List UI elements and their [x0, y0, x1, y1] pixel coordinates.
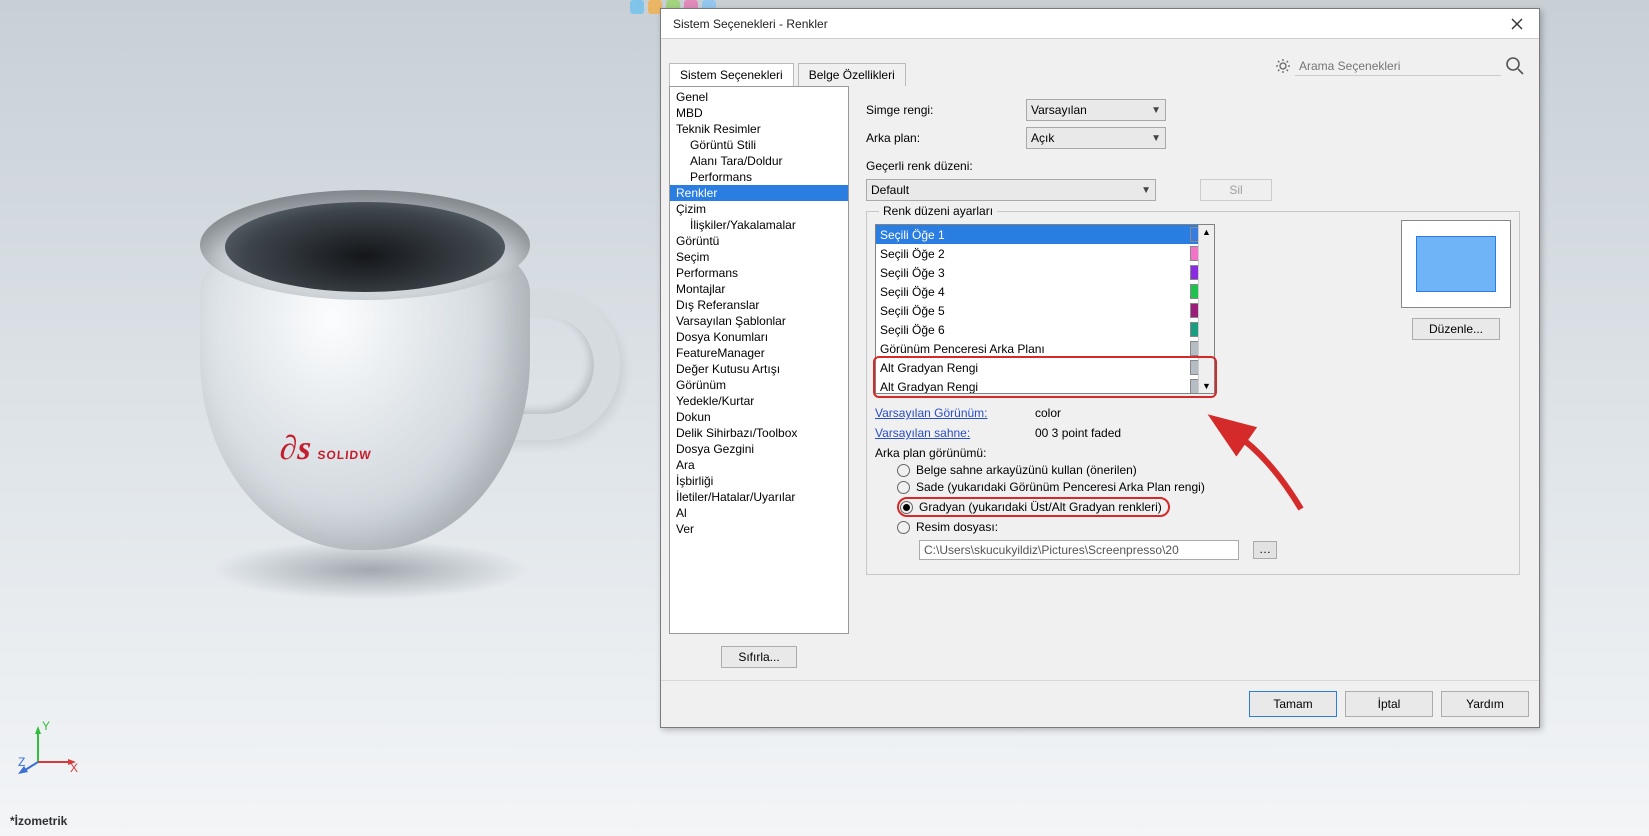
tree-item[interactable]: Dosya Gezgini — [670, 441, 848, 457]
tree-item[interactable]: Görüntü Stili — [670, 137, 848, 153]
color-list-item[interactable]: Seçili Öğe 2 — [876, 244, 1214, 263]
tree-item[interactable]: Al — [670, 505, 848, 521]
dialog-footer: Tamam İptal Yardım — [661, 680, 1539, 727]
radio-use-document-scene[interactable]: Belge sahne arkayüzünü kullan (önerilen) — [897, 463, 1391, 477]
tree-item[interactable]: Renkler — [670, 185, 848, 201]
color-settings-list[interactable]: Seçili Öğe 1Seçili Öğe 2Seçili Öğe 3Seçi… — [875, 224, 1215, 394]
default-scene-value: 00 3 point faded — [1035, 426, 1121, 440]
axis-triad: Y X Z — [18, 716, 78, 776]
list-scrollbar[interactable]: ▲ ▼ — [1198, 225, 1214, 393]
image-file-path[interactable]: C:\Users\skucukyildiz\Pictures\Screenpre… — [919, 540, 1239, 560]
color-list-item[interactable]: Seçili Öğe 4 — [876, 282, 1214, 301]
dialog-title: Sistem Seçenekleri - Renkler — [669, 17, 1503, 31]
radio-plain[interactable]: Sade (yukarıdaki Görünüm Penceresi Arka … — [897, 480, 1391, 494]
tree-item[interactable]: Seçim — [670, 249, 848, 265]
tab-document-properties[interactable]: Belge Özellikleri — [798, 63, 906, 86]
tree-item[interactable]: İletiler/Hatalar/Uyarılar — [670, 489, 848, 505]
tree-item[interactable]: Genel — [670, 89, 848, 105]
icon-color-label: Simge rengi: — [866, 103, 1016, 117]
radio-gradient[interactable]: Gradyan (yukarıdaki Üst/Alt Gradyan renk… — [897, 497, 1391, 517]
view-orientation-label: *İzometrik — [10, 814, 67, 828]
tree-item[interactable]: MBD — [670, 105, 848, 121]
ok-button[interactable]: Tamam — [1249, 691, 1337, 717]
tree-item[interactable]: Dış Referanslar — [670, 297, 848, 313]
scroll-up-icon[interactable]: ▲ — [1199, 225, 1214, 239]
tree-item[interactable]: Performans — [670, 169, 848, 185]
color-list-item[interactable]: Alt Gradyan Rengi — [876, 377, 1214, 394]
reset-button[interactable]: Sıfırla... — [721, 646, 796, 668]
colors-settings-pane: Simge rengi: Varsayılan▼ Arka plan: Açık… — [859, 86, 1531, 680]
help-button[interactable]: Yardım — [1441, 691, 1529, 717]
tree-item[interactable]: Dosya Konumları — [670, 329, 848, 345]
chevron-down-icon: ▼ — [1141, 185, 1151, 196]
scroll-down-icon[interactable]: ▼ — [1199, 379, 1214, 393]
color-list-item[interactable]: Görünüm Penceresi Arka Planı — [876, 339, 1214, 358]
browse-button[interactable]: … — [1253, 541, 1277, 559]
color-list-item[interactable]: Alt Gradyan Rengi — [876, 358, 1214, 377]
cancel-button[interactable]: İptal — [1345, 691, 1433, 717]
dialog-titlebar[interactable]: Sistem Seçenekleri - Renkler — [661, 9, 1539, 39]
scheme-combo[interactable]: Default▼ — [866, 179, 1156, 201]
scheme-label: Geçerli renk düzeni: — [866, 159, 1520, 173]
close-button[interactable] — [1503, 13, 1531, 35]
search-icon[interactable] — [1505, 56, 1525, 76]
delete-scheme-button: Sil — [1200, 179, 1272, 201]
group-title: Renk düzeni ayarları — [879, 204, 997, 218]
background-combo[interactable]: Açık▼ — [1026, 127, 1166, 149]
tree-item[interactable]: İlişkiler/Yakalamalar — [670, 217, 848, 233]
tree-item[interactable]: Delik Sihirbazı/Toolbox — [670, 425, 848, 441]
svg-text:X: X — [70, 761, 78, 775]
gear-icon — [1275, 58, 1291, 74]
default-appearance-value: color — [1035, 406, 1061, 420]
svg-text:Y: Y — [42, 719, 50, 733]
color-preview — [1401, 220, 1511, 308]
viewport-model: ∂sSOLIDW — [170, 120, 610, 640]
tree-item[interactable]: İşbirliği — [670, 473, 848, 489]
tree-item[interactable]: Yedekle/Kurtar — [670, 393, 848, 409]
chevron-down-icon: ▼ — [1151, 105, 1161, 116]
color-list-item[interactable]: Seçili Öğe 3 — [876, 263, 1214, 282]
close-icon — [1511, 18, 1523, 30]
icon-color-combo[interactable]: Varsayılan▼ — [1026, 99, 1166, 121]
tree-item[interactable]: Değer Kutusu Artışı — [670, 361, 848, 377]
options-tree[interactable]: GenelMBDTeknik ResimlerGörüntü StiliAlan… — [669, 86, 849, 634]
tree-item[interactable]: Ver — [670, 521, 848, 537]
tree-item[interactable]: Teknik Resimler — [670, 121, 848, 137]
default-appearance-link[interactable]: Varsayılan Görünüm: — [875, 406, 1025, 420]
tree-item[interactable]: Varsayılan Şablonlar — [670, 313, 848, 329]
chevron-down-icon: ▼ — [1151, 133, 1161, 144]
tree-item[interactable]: FeatureManager — [670, 345, 848, 361]
radio-image-file[interactable]: Resim dosyası: — [897, 520, 1391, 534]
color-list-item[interactable]: Seçili Öğe 6 — [876, 320, 1214, 339]
options-search[interactable] — [1275, 55, 1525, 77]
bg-appearance-label: Arka plan görünümü: — [875, 446, 1391, 460]
tree-item[interactable]: Ara — [670, 457, 848, 473]
color-scheme-group: Renk düzeni ayarları Seçili Öğe 1Seçili … — [866, 211, 1520, 575]
system-options-dialog: Sistem Seçenekleri - Renkler Sistem Seçe… — [660, 8, 1540, 728]
tree-item[interactable]: Montajlar — [670, 281, 848, 297]
annotation-highlight-radio: Gradyan (yukarıdaki Üst/Alt Gradyan renk… — [897, 497, 1170, 517]
tree-item[interactable]: Çizim — [670, 201, 848, 217]
color-list-item[interactable]: Seçili Öğe 5 — [876, 301, 1214, 320]
tree-item[interactable]: Dokun — [670, 409, 848, 425]
background-label: Arka plan: — [866, 131, 1016, 145]
tree-item[interactable]: Görüntü — [670, 233, 848, 249]
edit-color-button[interactable]: Düzenle... — [1412, 318, 1500, 340]
search-input[interactable] — [1295, 57, 1501, 76]
tree-item[interactable]: Performans — [670, 265, 848, 281]
tree-item[interactable]: Görünüm — [670, 377, 848, 393]
svg-text:Z: Z — [18, 755, 25, 769]
brand-logo: ∂sSOLIDW — [278, 430, 373, 468]
tree-item[interactable]: Alanı Tara/Doldur — [670, 153, 848, 169]
color-list-item[interactable]: Seçili Öğe 1 — [876, 225, 1214, 244]
tab-system-options[interactable]: Sistem Seçenekleri — [669, 63, 794, 86]
default-scene-link[interactable]: Varsayılan sahne: — [875, 426, 1025, 440]
